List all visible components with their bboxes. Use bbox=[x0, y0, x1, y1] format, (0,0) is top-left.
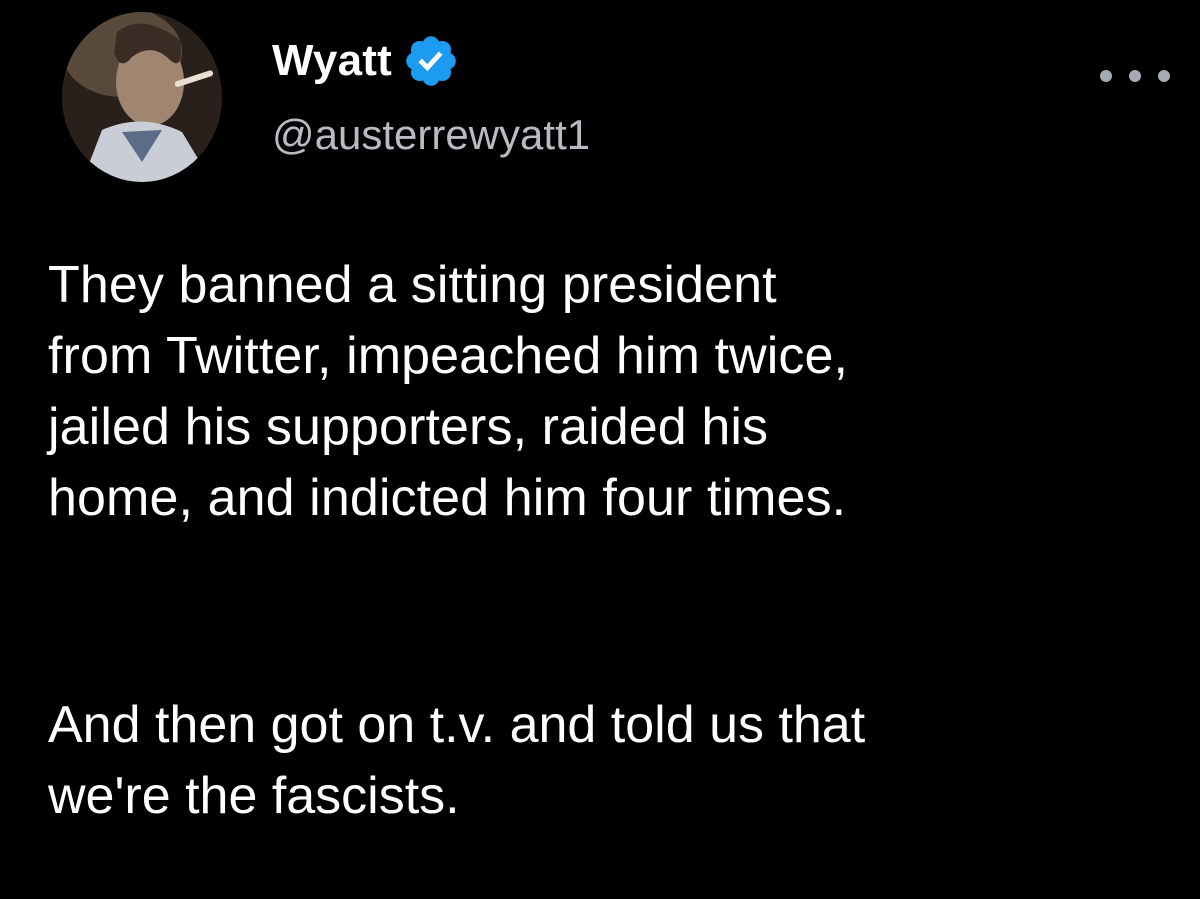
tweet-text-line: we're the fascists. bbox=[48, 767, 460, 825]
tweet-text-line: jailed his supporters, raided his bbox=[48, 398, 769, 456]
more-dot bbox=[1100, 70, 1112, 82]
author-display-name[interactable]: Wyatt bbox=[272, 39, 392, 83]
avatar[interactable] bbox=[62, 12, 222, 182]
author-handle[interactable]: @austerrewyatt1 bbox=[272, 114, 590, 156]
tweet-text-paragraph-1: They banned a sitting president from Twi… bbox=[48, 250, 1178, 534]
tweet-card: Wyatt @austerrewyatt1 They banned a sitt… bbox=[0, 0, 1200, 899]
tweet-text-line: from Twitter, impeached him twice, bbox=[48, 327, 849, 385]
tweet-text-paragraph-2: And then got on t.v. and told us that we… bbox=[48, 690, 1178, 832]
tweet-text-line: home, and indicted him four times. bbox=[48, 469, 847, 527]
tweet-text-line: They banned a sitting president bbox=[48, 256, 777, 314]
author-name-row: Wyatt bbox=[272, 30, 460, 92]
more-dot bbox=[1158, 70, 1170, 82]
tweet-text-line: And then got on t.v. and told us that bbox=[48, 696, 866, 754]
more-horizontal-icon[interactable] bbox=[1100, 58, 1170, 94]
more-dot bbox=[1129, 70, 1141, 82]
verified-badge-icon bbox=[402, 32, 460, 90]
avatar-photo bbox=[62, 12, 222, 182]
